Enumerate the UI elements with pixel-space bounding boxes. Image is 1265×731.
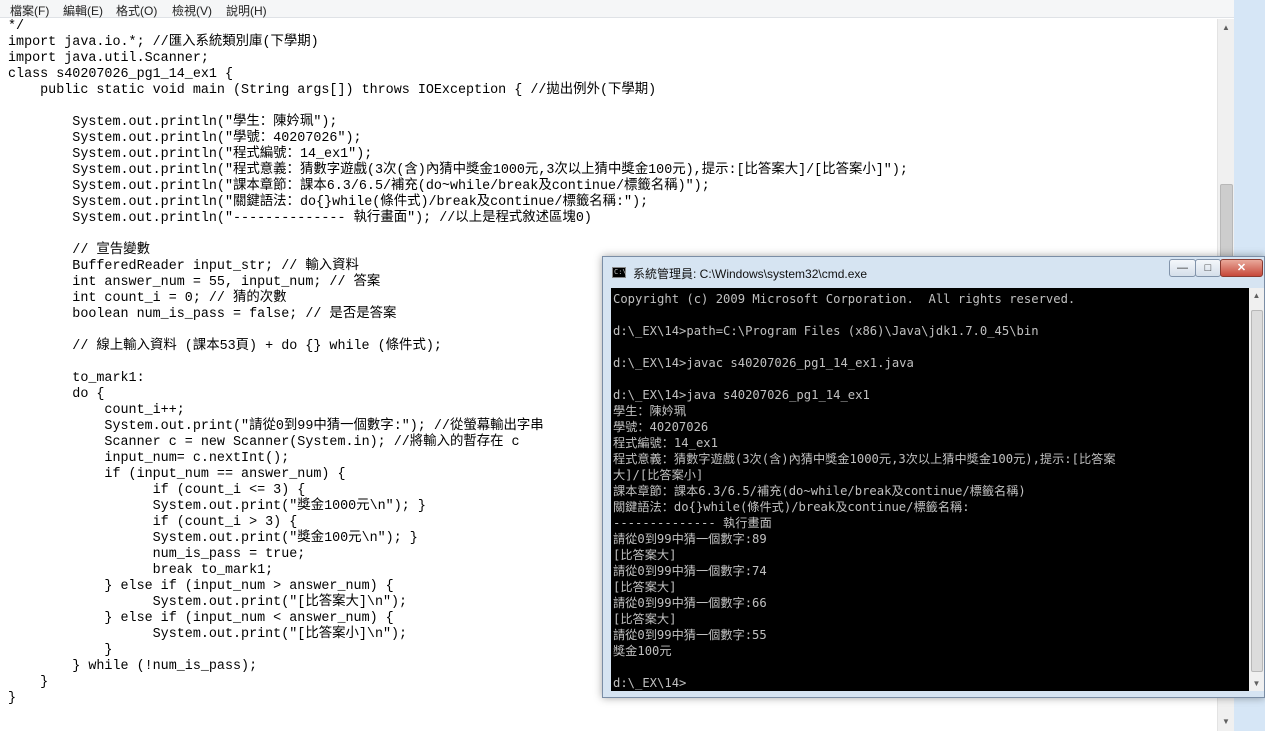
console-scroll-up-icon[interactable]: ▲: [1249, 288, 1264, 303]
scroll-down-icon[interactable]: ▼: [1218, 713, 1234, 730]
console-vertical-scrollbar[interactable]: ▲ ▼: [1249, 288, 1264, 691]
scroll-up-icon[interactable]: ▲: [1218, 19, 1234, 36]
notepad-menubar: 檔案(F) 編輯(E) 格式(O) 檢視(V) 說明(H): [0, 0, 1265, 18]
cmd-titlebar[interactable]: C:\ 系統管理員: C:\Windows\system32\cmd.exe —…: [603, 257, 1264, 287]
close-icon: ✕: [1236, 262, 1247, 274]
console-scrollbar-thumb[interactable]: [1251, 310, 1263, 672]
menu-help[interactable]: 說明(H): [226, 2, 267, 19]
cmd-window-title: 系統管理員: C:\Windows\system32\cmd.exe: [633, 267, 868, 281]
cmd-app-icon: C:\: [612, 267, 627, 278]
maximize-button[interactable]: □: [1195, 259, 1221, 277]
menu-edit[interactable]: 編輯(E): [63, 2, 103, 19]
maximize-icon: □: [1204, 262, 1212, 274]
console-output-area[interactable]: Copyright (c) 2009 Microsoft Corporation…: [611, 288, 1249, 691]
menu-view[interactable]: 檢視(V): [172, 2, 212, 19]
minimize-icon: —: [1177, 262, 1188, 274]
menu-format[interactable]: 格式(O): [116, 2, 157, 19]
cmd-window[interactable]: C:\ 系統管理員: C:\Windows\system32\cmd.exe —…: [602, 256, 1265, 698]
console-scroll-down-icon[interactable]: ▼: [1249, 676, 1264, 691]
minimize-button[interactable]: —: [1169, 259, 1196, 277]
close-button[interactable]: ✕: [1220, 259, 1263, 277]
menu-file[interactable]: 檔案(F): [10, 2, 49, 19]
console-output-text: Copyright (c) 2009 Microsoft Corporation…: [613, 292, 1116, 690]
